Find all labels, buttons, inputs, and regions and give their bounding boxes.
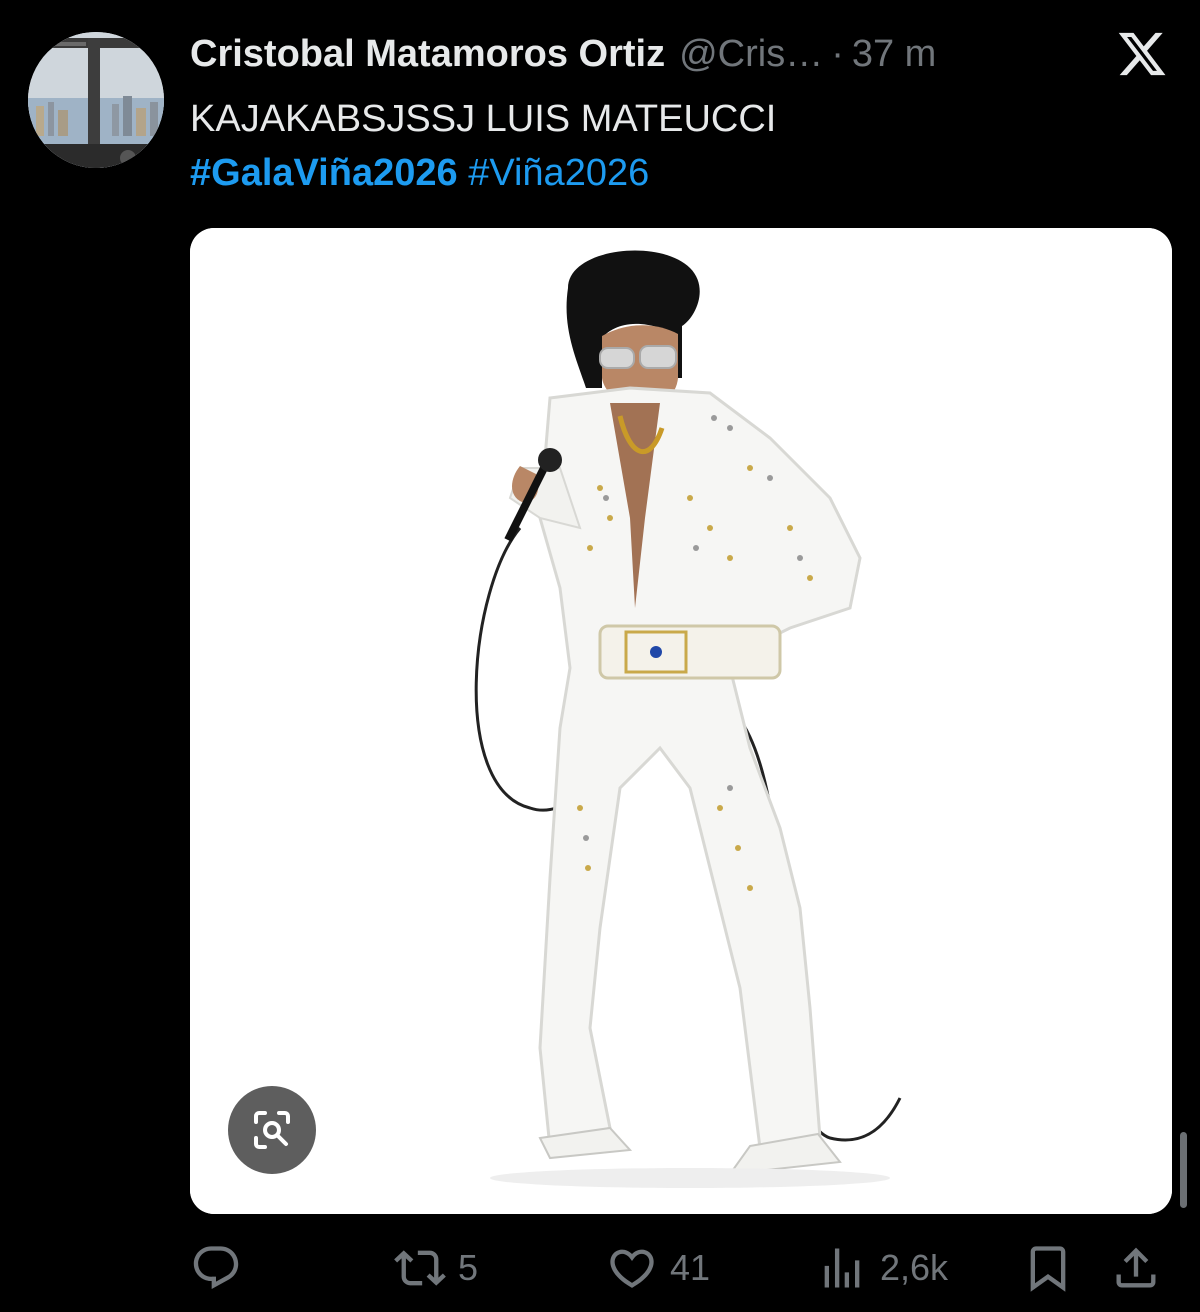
hashtag-link[interactable]: #GalaViña2026 — [190, 152, 458, 194]
share-icon — [1116, 1247, 1156, 1288]
bookmark-button[interactable] — [1022, 1238, 1074, 1298]
hashtag-line: #GalaViña2026 #Viña2026 — [190, 146, 1150, 200]
avatar[interactable] — [28, 32, 164, 168]
hashtag-link[interactable]: #Viña2026 — [468, 152, 649, 194]
retweet-icon — [394, 1250, 446, 1286]
like-button[interactable]: 41 — [606, 1238, 710, 1298]
lens-search-icon — [254, 1111, 290, 1149]
avatar-image — [28, 32, 164, 168]
views-button[interactable]: 2,6k — [816, 1238, 948, 1298]
author-handle[interactable]: @Cris… — [679, 33, 823, 76]
scrollbar[interactable] — [1180, 1132, 1187, 1208]
retweet-count: 5 — [458, 1247, 479, 1288]
media-photo — [190, 228, 1172, 1214]
bookmark-icon — [1030, 1246, 1066, 1292]
like-count: 41 — [670, 1247, 711, 1288]
retweet-button[interactable]: 5 — [394, 1238, 478, 1298]
tweet-header: Cristobal Matamoros Ortiz @Cris… · 37 m — [190, 28, 1180, 80]
reply-button[interactable] — [190, 1238, 254, 1298]
timestamp[interactable]: 37 m — [852, 33, 936, 76]
share-button[interactable] — [1110, 1238, 1162, 1298]
action-bar: 5 41 2,6k — [190, 1238, 1172, 1298]
tweet-media[interactable] — [190, 228, 1172, 1214]
views-icon — [824, 1248, 860, 1288]
tweet-text: KAJAKABSJSSJ LUIS MATEUCCI #GalaViña2026… — [190, 92, 1150, 200]
author-display-name[interactable]: Cristobal Matamoros Ortiz — [190, 33, 665, 76]
tweet-body: KAJAKABSJSSJ LUIS MATEUCCI — [190, 98, 777, 140]
heart-icon — [610, 1249, 654, 1288]
reply-icon — [193, 1246, 239, 1290]
separator-dot: · — [831, 32, 844, 75]
x-logo-icon — [1118, 32, 1166, 76]
views-count: 2,6k — [880, 1247, 949, 1288]
lens-search-button[interactable] — [228, 1086, 316, 1174]
